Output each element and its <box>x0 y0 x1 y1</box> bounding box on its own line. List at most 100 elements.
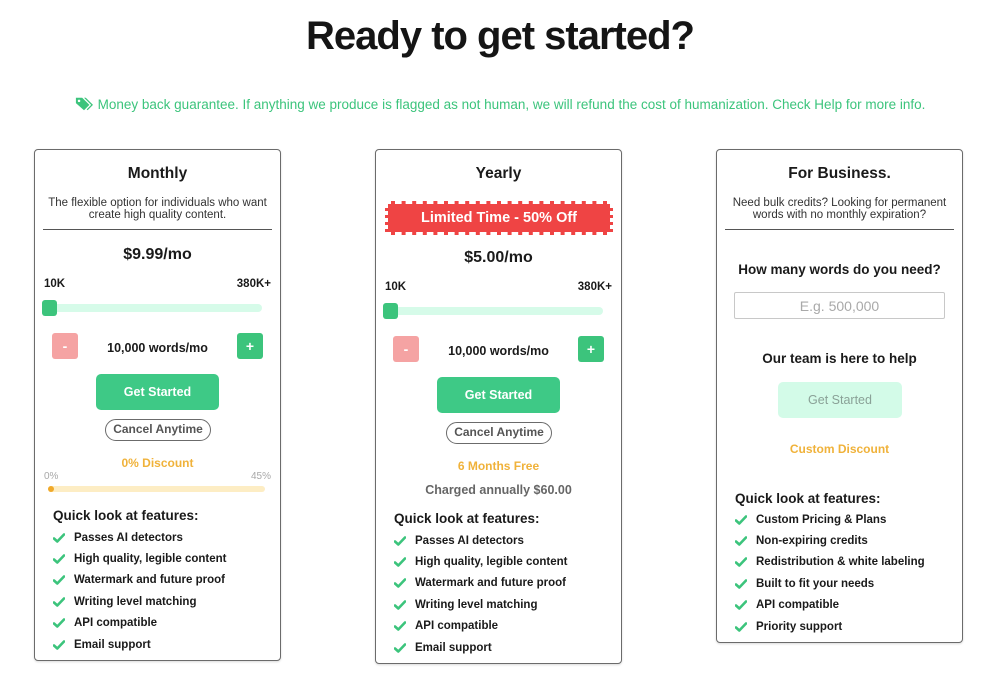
limited-time-banner: Limited Time - 50% Off <box>385 201 613 235</box>
feature-label: API compatible <box>756 599 840 612</box>
range-min-label: 10K <box>385 281 407 293</box>
features-title: Quick look at features: <box>394 511 540 526</box>
slider-thumb[interactable] <box>383 303 398 319</box>
feature-label: Writing level matching <box>74 595 197 608</box>
check-icon <box>735 621 747 632</box>
guarantee-text: Money back guarantee. If anything we pro… <box>97 96 926 112</box>
plan-price: $5.00/mo <box>464 249 533 266</box>
check-icon <box>53 554 65 564</box>
check-icon <box>53 639 65 650</box>
feature-item: Priority support <box>735 616 925 637</box>
feature-item: Email support <box>394 637 568 658</box>
features-list: Passes AI detectors High quality, legible… <box>394 530 568 658</box>
features-list: Custom Pricing & Plans Non-expiring credi… <box>735 509 925 637</box>
plan-title: For Business. <box>788 165 891 182</box>
words-needed-input[interactable] <box>734 292 945 319</box>
feature-item: Writing level matching <box>53 591 227 612</box>
range-min-label: 10K <box>44 278 66 290</box>
check-icon <box>735 557 747 568</box>
feature-item: Email support <box>53 634 227 655</box>
features-title: Quick look at features: <box>53 508 199 523</box>
feature-item: Watermark and future proof <box>53 570 227 591</box>
feature-label: Writing level matching <box>415 598 538 611</box>
divider <box>43 229 272 230</box>
check-icon <box>394 578 406 589</box>
feature-label: Passes AI detectors <box>415 534 524 547</box>
words-needed-question: How many words do you need? <box>738 262 941 277</box>
team-help-text: Our team is here to help <box>762 351 917 366</box>
feature-label: Built to fit your needs <box>756 577 875 590</box>
check-icon <box>735 536 747 546</box>
cancel-anytime-badge: Cancel Anytime <box>105 419 211 441</box>
feature-label: Passes AI detectors <box>74 531 183 544</box>
feature-item: Passes AI detectors <box>394 530 568 551</box>
word-slider[interactable] <box>383 303 603 319</box>
check-icon <box>53 618 65 629</box>
discount-label: 0% Discount <box>121 456 194 470</box>
increase-words-button[interactable]: + <box>578 336 604 362</box>
feature-item: Writing level matching <box>394 594 568 615</box>
feature-item: Custom Pricing & Plans <box>735 509 925 530</box>
feature-item: API compatible <box>53 613 227 634</box>
check-icon <box>394 600 406 610</box>
feature-label: Email support <box>415 641 492 654</box>
feature-item: Non-expiring credits <box>735 530 925 551</box>
feature-label: Redistribution & white labeling <box>756 556 925 569</box>
plan-title: Yearly <box>475 165 522 182</box>
feature-label: Email support <box>74 638 151 651</box>
check-icon <box>735 514 747 525</box>
guarantee-notice: Money back guarantee. If anything we pro… <box>0 96 1000 112</box>
check-icon <box>394 642 406 653</box>
feature-item: High quality, legible content <box>53 548 227 569</box>
custom-discount-label: Custom Discount <box>789 442 890 456</box>
range-max-label: 380K+ <box>236 278 271 290</box>
get-started-button[interactable]: Get Started <box>437 377 560 413</box>
get-started-button[interactable]: Get Started <box>96 374 219 410</box>
check-icon <box>735 600 747 611</box>
slider-thumb[interactable] <box>42 300 57 316</box>
feature-item: Passes AI detectors <box>53 527 227 548</box>
plan-price: $9.99/mo <box>123 246 192 263</box>
feature-label: API compatible <box>74 617 158 630</box>
check-icon <box>53 532 65 543</box>
plan-card-monthly: Monthly The flexible option for individu… <box>34 149 281 661</box>
feature-label: Non-expiring credits <box>756 535 868 548</box>
feature-item: Redistribution & white labeling <box>735 552 925 573</box>
feature-item: API compatible <box>394 616 568 637</box>
features-list: Passes AI detectors High quality, legible… <box>53 527 227 655</box>
tags-icon <box>75 97 93 111</box>
check-icon <box>394 535 406 546</box>
feature-item: API compatible <box>735 595 925 616</box>
plan-description: The flexible option for individuals who … <box>48 197 267 221</box>
charged-annually-note: Charged annually $60.00 <box>425 483 572 497</box>
discount-max-label: 45% <box>250 471 271 482</box>
discount-min-label: 0% <box>44 471 59 482</box>
get-started-button[interactable]: Get Started <box>778 382 902 418</box>
feature-label: Custom Pricing & Plans <box>756 513 887 526</box>
banner-text: Limited Time - 50% Off <box>420 210 578 226</box>
check-icon <box>53 575 65 586</box>
discount-progress-bar <box>48 486 265 492</box>
check-icon <box>394 557 406 567</box>
discount-progress-fill <box>48 486 54 492</box>
range-max-label: 380K+ <box>577 281 612 293</box>
feature-label: API compatible <box>415 620 499 633</box>
plan-title: Monthly <box>127 165 188 182</box>
divider <box>725 229 954 230</box>
feature-label: Watermark and future proof <box>415 577 567 590</box>
feature-item: Built to fit your needs <box>735 573 925 594</box>
plan-card-business: For Business. Need bulk credits? Looking… <box>716 149 963 643</box>
check-icon <box>735 579 747 589</box>
months-free-label: 6 Months Free <box>457 459 540 473</box>
page-title: Ready to get started? <box>306 14 695 58</box>
feature-item: Watermark and future proof <box>394 573 568 594</box>
increase-words-button[interactable]: + <box>237 333 263 359</box>
feature-item: High quality, legible content <box>394 551 568 572</box>
feature-label: Watermark and future proof <box>74 574 226 587</box>
plan-card-yearly: Yearly Limited Time - 50% Off $5.00/mo 1… <box>375 149 622 664</box>
word-slider[interactable] <box>42 300 262 316</box>
feature-label: High quality, legible content <box>415 556 568 569</box>
features-title: Quick look at features: <box>735 491 881 506</box>
cancel-anytime-badge: Cancel Anytime <box>446 422 552 444</box>
feature-label: High quality, legible content <box>74 553 227 566</box>
